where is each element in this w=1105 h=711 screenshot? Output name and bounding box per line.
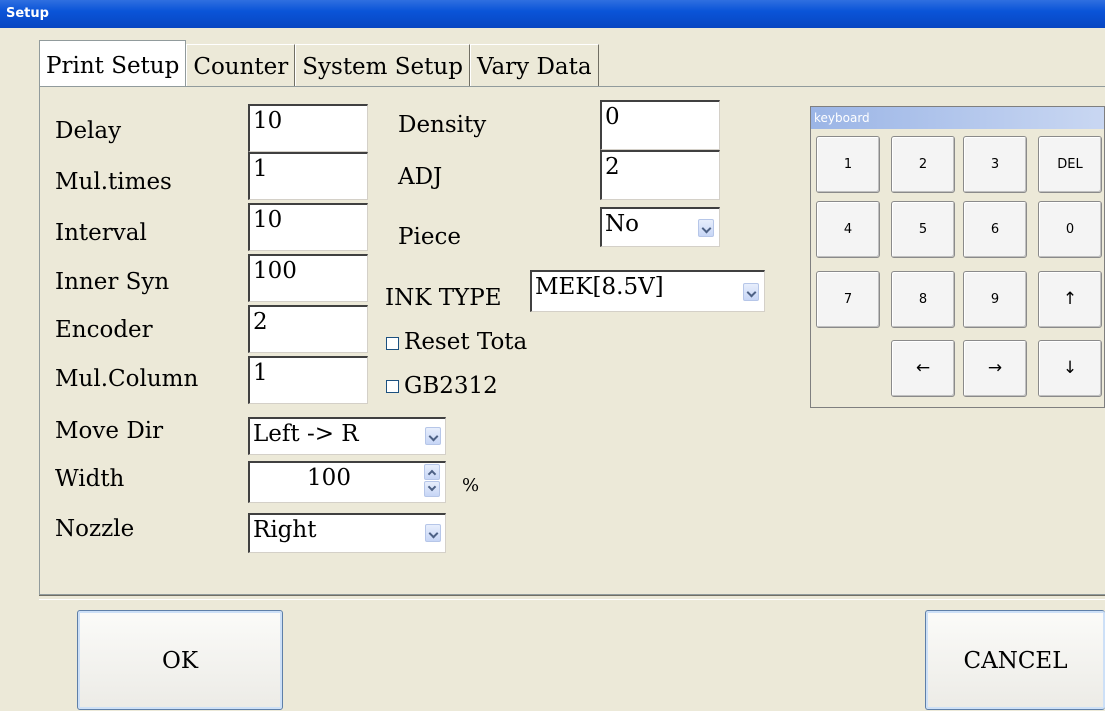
gb2312-checkbox[interactable]	[386, 380, 399, 393]
spin-down-icon[interactable]	[424, 481, 440, 497]
keyboard-title: keyboard	[811, 107, 1104, 129]
key-left-arrow-icon[interactable]: ←	[891, 340, 955, 397]
ink-type-value: MEK[8.5V]	[535, 274, 664, 300]
mul-column-input[interactable]: 1	[248, 356, 368, 404]
tab-print-setup[interactable]: Print Setup	[39, 40, 187, 86]
tab-counter[interactable]: Counter	[186, 44, 296, 86]
tab-strip: Print Setup Counter System Setup Vary Da…	[39, 40, 599, 86]
nozzle-value: Right	[253, 517, 317, 543]
encoder-input[interactable]: 2	[248, 305, 368, 353]
adj-label: ADJ	[398, 164, 443, 190]
reset-tota-checkbox[interactable]	[386, 337, 399, 350]
nozzle-dropdown-icon[interactable]	[425, 524, 441, 542]
key-del[interactable]: DEL	[1038, 136, 1102, 193]
interval-label: Interval	[55, 220, 147, 246]
adj-input[interactable]: 2	[600, 150, 720, 200]
mul-times-input[interactable]: 1	[248, 152, 368, 200]
key-right-arrow-icon[interactable]: →	[963, 340, 1027, 397]
nozzle-label: Nozzle	[55, 516, 135, 542]
interval-input[interactable]: 10	[248, 203, 368, 251]
cancel-button[interactable]: CANCEL	[925, 610, 1105, 710]
density-input[interactable]: 0	[600, 100, 720, 150]
key-9[interactable]: 9	[963, 271, 1027, 328]
key-0[interactable]: 0	[1038, 201, 1102, 258]
width-unit: %	[462, 475, 480, 496]
delay-label: Delay	[55, 118, 122, 144]
key-down-arrow-icon[interactable]: ↓	[1038, 340, 1102, 397]
width-spinner[interactable]	[424, 464, 440, 498]
encoder-label: Encoder	[55, 317, 153, 343]
inner-syn-label: Inner Syn	[55, 269, 170, 295]
key-8[interactable]: 8	[891, 271, 955, 328]
width-input[interactable]: 100	[248, 461, 446, 503]
move-dir-select[interactable]: Left -> R	[248, 417, 446, 455]
move-dir-value: Left -> R	[253, 421, 359, 447]
piece-label: Piece	[398, 224, 461, 250]
gb2312-label: GB2312	[404, 373, 498, 399]
ink-type-dropdown-icon[interactable]	[743, 283, 759, 301]
key-3[interactable]: 3	[963, 136, 1027, 193]
piece-value: No	[605, 211, 639, 237]
width-label: Width	[55, 466, 125, 492]
keyboard-panel: keyboard 1 2 3 DEL 4 5 6 0 7 8 9 ↑ ← → ↓	[810, 106, 1105, 408]
key-6[interactable]: 6	[963, 201, 1027, 258]
key-2[interactable]: 2	[891, 136, 955, 193]
move-dir-label: Move Dir	[55, 418, 164, 444]
piece-dropdown-icon[interactable]	[698, 219, 714, 237]
move-dir-dropdown-icon[interactable]	[425, 427, 441, 445]
key-1[interactable]: 1	[816, 136, 880, 193]
mul-times-label: Mul.times	[55, 169, 172, 195]
ok-button[interactable]: OK	[77, 610, 283, 710]
tab-vary-data[interactable]: Vary Data	[469, 44, 599, 86]
reset-tota-label: Reset Tota	[404, 329, 528, 355]
key-5[interactable]: 5	[891, 201, 955, 258]
mul-column-label: Mul.Column	[55, 366, 199, 392]
key-up-arrow-icon[interactable]: ↑	[1038, 271, 1102, 328]
density-label: Density	[398, 112, 487, 138]
tab-system-setup[interactable]: System Setup	[295, 44, 470, 86]
key-7[interactable]: 7	[816, 271, 880, 328]
divider	[39, 595, 1105, 600]
inner-syn-input[interactable]: 100	[248, 254, 368, 302]
ink-type-select[interactable]: MEK[8.5V]	[530, 270, 765, 312]
ink-type-label: INK TYPE	[385, 285, 502, 311]
delay-input[interactable]: 10	[248, 104, 368, 152]
title-bar: Setup	[0, 0, 1105, 28]
nozzle-select[interactable]: Right	[248, 513, 446, 553]
spin-up-icon[interactable]	[424, 464, 440, 480]
key-4[interactable]: 4	[816, 201, 880, 258]
